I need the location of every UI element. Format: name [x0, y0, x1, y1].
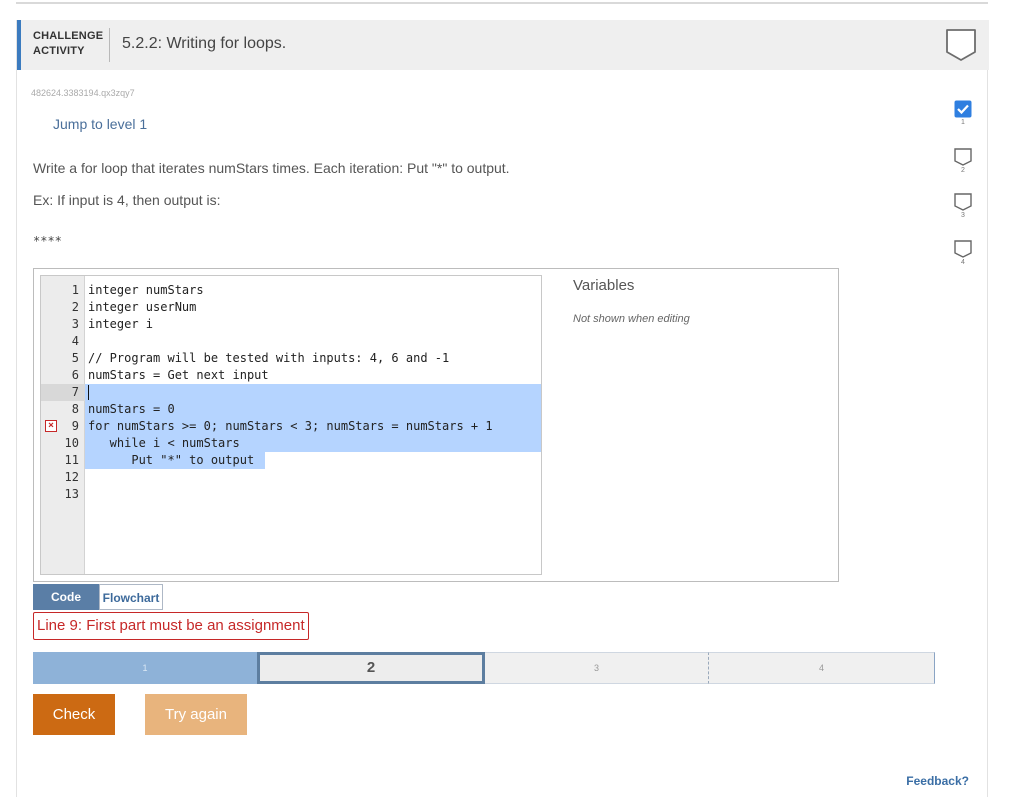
level-indicator-2[interactable]: 2: [951, 148, 975, 174]
line-number: 12: [64, 470, 79, 484]
code-line[interactable]: 9 for numStars >= 0; numStars < 3; numSta…: [41, 418, 541, 435]
activity-header: CHALLENGE ACTIVITY 5.2.2: Writing for lo…: [17, 20, 989, 70]
line-number: 10: [64, 436, 79, 450]
line-number: 3: [71, 317, 79, 331]
code-text: numStars = Get next input: [88, 368, 269, 382]
example-output: ****: [33, 234, 62, 248]
progress-segment-4[interactable]: 4: [709, 652, 935, 684]
line-number: 7: [71, 385, 79, 399]
line-number: 4: [71, 334, 79, 348]
level-number: 4: [961, 259, 965, 266]
line-number: 11: [64, 453, 79, 467]
code-text: while i < numStars: [88, 436, 240, 450]
code-line[interactable]: 10 while i < numStars: [41, 435, 541, 452]
challenge-activity-card: CHALLENGE ACTIVITY 5.2.2: Writing for lo…: [16, 20, 989, 797]
code-line[interactable]: 13: [41, 486, 541, 503]
activity-type-line2: ACTIVITY: [33, 45, 85, 57]
error-x-icon[interactable]: ×: [45, 420, 57, 432]
instructions-prompt: Write a for loop that iterates numStars …: [33, 160, 510, 176]
code-line[interactable]: 7: [41, 384, 541, 401]
checkmark-icon: [954, 100, 972, 118]
code-line[interactable]: 1 integer numStars: [41, 282, 541, 299]
level-badge-icon: [954, 193, 972, 211]
line-number: 5: [71, 351, 79, 365]
line-number: 6: [71, 368, 79, 382]
jump-to-level-link[interactable]: Jump to level 1: [53, 116, 147, 132]
code-line[interactable]: 8 numStars = 0: [41, 401, 541, 418]
variables-title: Variables: [573, 277, 635, 294]
code-text: integer i: [88, 317, 154, 331]
activity-type-label: CHALLENGE ACTIVITY: [33, 29, 103, 59]
code-line[interactable]: 2 integer userNum: [41, 299, 541, 316]
progress-segment-1[interactable]: 1: [33, 652, 257, 684]
code-text: integer numStars: [88, 283, 204, 297]
progress-segment-2[interactable]: 2: [257, 652, 485, 684]
level-number: 3: [961, 212, 965, 219]
code-line[interactable]: 5 // Program will be tested with inputs: …: [41, 350, 541, 367]
tab-flowchart[interactable]: Flowchart: [99, 584, 163, 610]
code-line[interactable]: 4: [41, 333, 541, 350]
line-number: 1: [71, 283, 79, 297]
code-line[interactable]: 3 integer i: [41, 316, 541, 333]
editor-panel: 1 integer numStars 2 integer userNum 3 intege…: [33, 268, 839, 582]
code-text: numStars = 0: [88, 402, 175, 416]
header-separator: [109, 28, 110, 62]
line-number: 2: [71, 300, 79, 314]
line-number: 8: [71, 402, 79, 416]
instructions-example: Ex: If input is 4, then output is:: [33, 192, 221, 208]
error-message: Line 9: First part must be an assignment: [33, 612, 309, 640]
progress-segment-3[interactable]: 3: [485, 652, 709, 684]
code-line[interactable]: 6 numStars = Get next input: [41, 367, 541, 384]
variables-note: Not shown when editing: [573, 313, 690, 325]
text-cursor: [88, 385, 89, 400]
completion-badge-icon: [946, 29, 976, 61]
activity-title: 5.2.2: Writing for loops.: [122, 35, 287, 52]
line-number: 13: [64, 487, 79, 501]
code-text: // Program will be tested with inputs: 4…: [88, 351, 450, 365]
code-line[interactable]: 12: [41, 469, 541, 486]
code-text: Put "*" to output: [88, 453, 255, 467]
tab-code[interactable]: Code: [33, 584, 99, 610]
code-line[interactable]: 11 Put "*" to output: [41, 452, 541, 469]
feedback-link[interactable]: Feedback?: [906, 774, 969, 788]
level-indicator-3[interactable]: 3: [951, 193, 975, 219]
code-text: for numStars >= 0; numStars < 3; numStar…: [88, 419, 493, 433]
level-indicator-1[interactable]: 1: [951, 100, 975, 126]
activity-id: 482624.3383194.qx3zqy7: [31, 88, 135, 98]
code-editor[interactable]: 1 integer numStars 2 integer userNum 3 intege…: [40, 275, 542, 575]
level-indicator-4[interactable]: 4: [951, 240, 975, 266]
level-number: 2: [961, 167, 965, 174]
top-divider: [16, 2, 988, 4]
level-badge-icon: [954, 240, 972, 258]
activity-type-line1: CHALLENGE: [33, 30, 104, 42]
level-progress-bar: 1 2 3 4: [33, 652, 935, 684]
check-button[interactable]: Check: [33, 694, 115, 735]
code-text: integer userNum: [88, 300, 197, 314]
level-number: 1: [961, 119, 965, 126]
try-again-button[interactable]: Try again: [145, 694, 247, 735]
level-badge-icon: [954, 148, 972, 166]
